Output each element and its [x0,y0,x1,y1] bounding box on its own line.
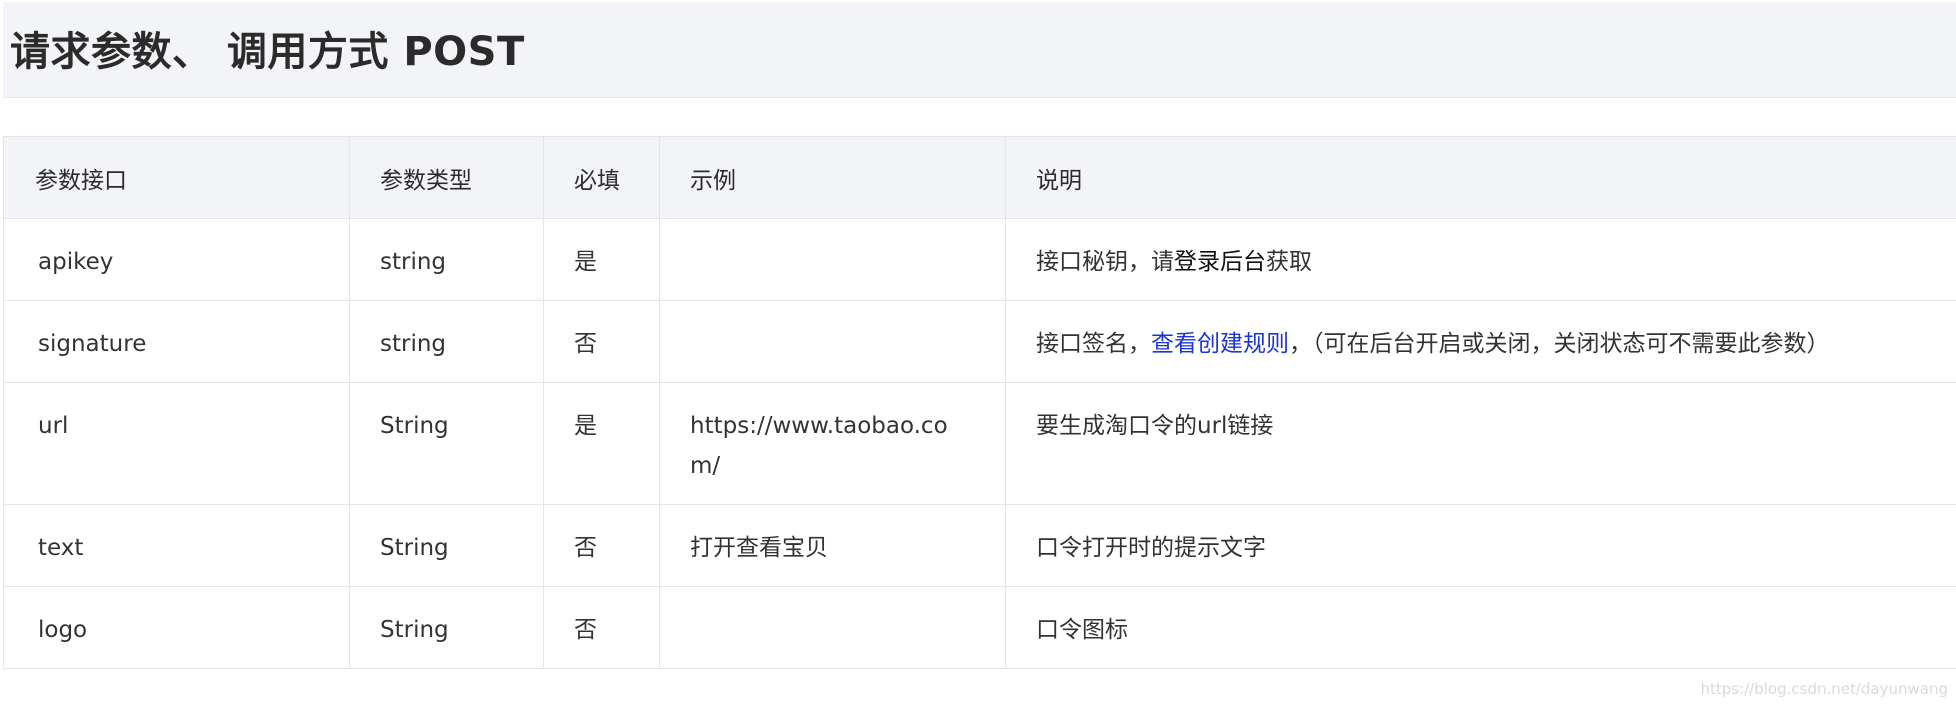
required-cell: 否 [543,586,660,669]
column-header-example: 示例 [659,136,1006,219]
param-type-cell: string [349,300,544,383]
description-cell: 接口签名，查看创建规则，（可在后台开启或关闭，关闭状态可不需要此参数） [1005,300,1956,383]
required-cell: 否 [543,504,660,587]
table-row: apikey string 是 接口秘钥，请登录后台获取 [3,218,1956,301]
description-cell: 口令图标 [1005,586,1956,669]
login-backend-text: 登录后台 [1174,249,1266,275]
required-cell: 是 [543,218,660,301]
param-name-cell: url [3,382,350,505]
example-url-line: m/ [690,453,721,479]
table-row: url String 是 https://www.taobao.co m/ 要生成… [3,382,1956,505]
description-cell: 接口秘钥，请登录后台获取 [1005,218,1956,301]
param-type-cell: string [349,218,544,301]
param-type-cell: String [349,382,544,505]
column-header-required: 必填 [543,136,660,219]
example-cell: 打开查看宝贝 [659,504,1006,587]
example-url-line: https://www.taobao.co [690,413,948,439]
param-name-cell: apikey [3,218,350,301]
request-params-table: 参数接口 参数类型 必填 示例 说明 apikey string 是 接口秘钥，… [3,136,1956,669]
table-row: text String 否 打开查看宝贝 口令打开时的提示文字 [3,504,1956,587]
page-title: 请求参数、 调用方式 POST [10,29,525,75]
param-name-cell: signature [3,300,350,383]
column-header-description: 说明 [1005,136,1956,219]
param-name-cell: text [3,504,350,587]
param-name-cell: logo [3,586,350,669]
view-rules-link[interactable]: 查看创建规则 [1151,331,1289,357]
example-cell [659,218,1006,301]
api-doc-page: 请求参数、 调用方式 POST 参数接口 参数类型 必填 示例 说明 apike… [0,0,1956,710]
required-cell: 否 [543,300,660,383]
description-text: 接口秘钥，请 [1036,249,1174,275]
description-text: 获取 [1266,249,1312,275]
description-cell: 口令打开时的提示文字 [1005,504,1956,587]
example-cell [659,300,1006,383]
watermark: https://blog.csdn.net/dayunwang [1700,680,1948,698]
example-cell [659,586,1006,669]
description-text: 接口签名， [1036,331,1151,357]
section-heading-bar: 请求参数、 调用方式 POST [3,2,1956,98]
column-header-param-name: 参数接口 [3,136,350,219]
description-text: ，（可在后台开启或关闭，关闭状态可不需要此参数） [1289,331,1830,357]
table-header-row: 参数接口 参数类型 必填 示例 说明 [3,136,1956,219]
description-cell: 要生成淘口令的url链接 [1005,382,1956,505]
column-header-param-type: 参数类型 [349,136,544,219]
param-type-cell: String [349,586,544,669]
table-row: logo String 否 口令图标 [3,586,1956,669]
required-cell: 是 [543,382,660,505]
example-cell: https://www.taobao.co m/ [659,382,1006,505]
table-row: signature string 否 接口签名，查看创建规则，（可在后台开启或关… [3,300,1956,383]
param-type-cell: String [349,504,544,587]
